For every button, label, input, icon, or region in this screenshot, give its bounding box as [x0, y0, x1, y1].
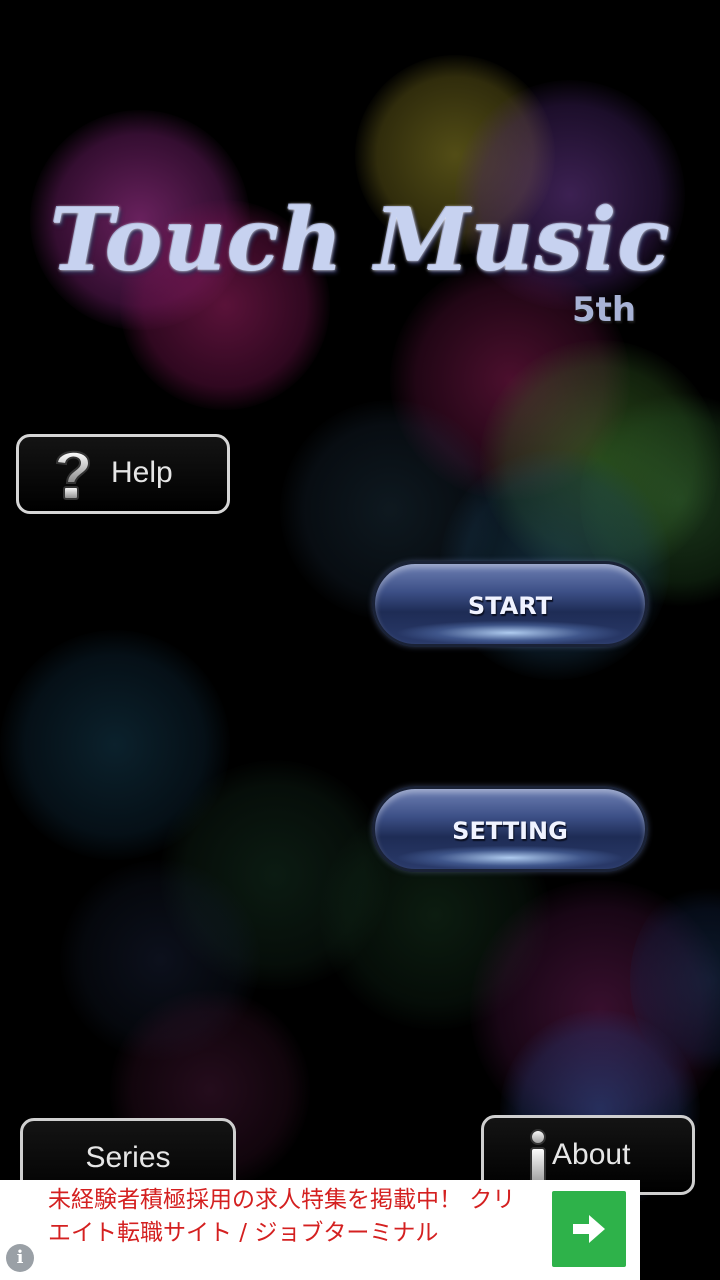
- help-button-label: Help: [111, 456, 173, 489]
- setting-button-label: SETTING: [452, 817, 568, 845]
- ad-cta-button[interactable]: [552, 1191, 626, 1267]
- help-button[interactable]: Help: [16, 434, 230, 514]
- main-menu-screen: Touch Music 5th Help START SETTING Serie…: [0, 0, 720, 1280]
- app-logo: Touch Music 5th: [50, 190, 670, 340]
- app-title: Touch Music: [50, 190, 672, 291]
- ad-banner[interactable]: 未経験者積極採用の求人特集を掲載中！ クリエイト転職サイト / ジョブターミナル…: [0, 1180, 640, 1280]
- info-icon: [526, 1128, 550, 1188]
- ad-text: 未経験者積極採用の求人特集を掲載中！ クリエイト転職サイト / ジョブターミナル: [48, 1187, 516, 1246]
- app-edition: 5th: [572, 290, 637, 330]
- series-button-label: Series: [85, 1141, 171, 1174]
- start-button[interactable]: START: [372, 561, 648, 647]
- about-button-label: About: [552, 1138, 631, 1171]
- setting-button[interactable]: SETTING: [372, 786, 648, 872]
- start-button-label: START: [467, 592, 553, 620]
- right-arrow-icon: [573, 1215, 605, 1243]
- question-mark-icon: [47, 443, 99, 507]
- ad-info-icon[interactable]: i: [6, 1244, 34, 1272]
